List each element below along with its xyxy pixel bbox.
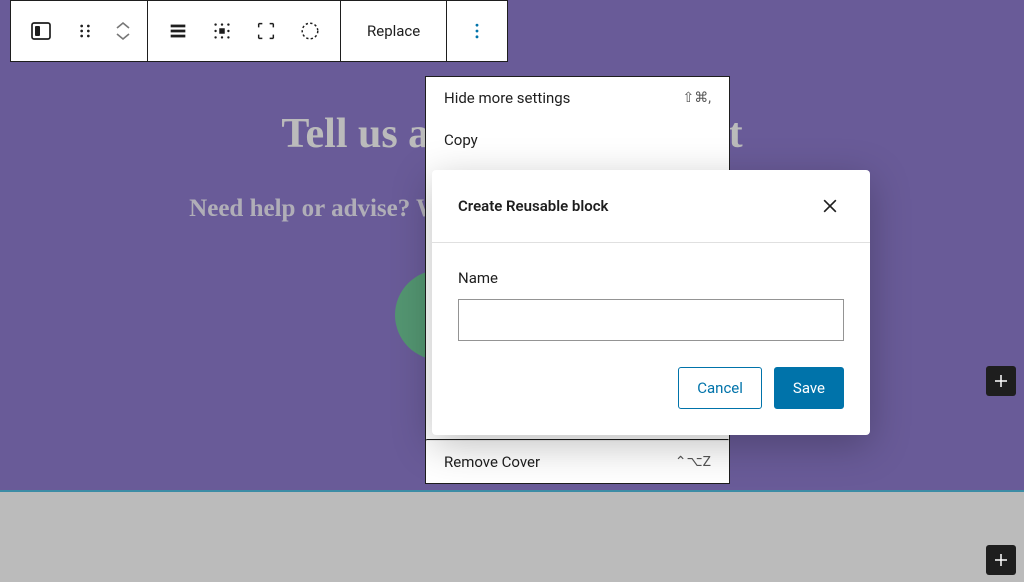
content-position-icon[interactable] [200, 9, 244, 53]
plus-icon [992, 551, 1010, 569]
dropdown-item-label: Copy [444, 131, 478, 149]
duotone-icon[interactable] [288, 9, 332, 53]
dropdown-item-label: Hide more settings [444, 89, 570, 107]
replace-button[interactable]: Replace [349, 22, 438, 40]
cover-block-icon[interactable] [19, 9, 63, 53]
dropdown-shortcut: ⌃⌥Z [675, 454, 711, 470]
align-full-icon[interactable] [156, 9, 200, 53]
empty-block-area [0, 490, 1024, 582]
dropdown-remove-cover[interactable]: Remove Cover ⌃⌥Z [426, 441, 729, 483]
dropdown-item-label: Remove Cover [444, 453, 540, 471]
drag-handle-icon[interactable] [63, 9, 107, 53]
add-block-button[interactable] [986, 545, 1016, 575]
plus-icon [992, 372, 1010, 390]
create-reusable-block-modal: Create Reusable block Name Cancel Save [432, 170, 870, 435]
cancel-button[interactable]: Cancel [678, 367, 762, 409]
move-up-icon[interactable] [115, 21, 131, 31]
dropdown-copy[interactable]: Copy [426, 119, 729, 161]
save-button[interactable]: Save [774, 367, 844, 409]
name-input[interactable] [458, 299, 844, 341]
block-toolbar: Replace [10, 0, 508, 62]
modal-title: Create Reusable block [458, 197, 608, 215]
dropdown-shortcut: ⇧⌘, [683, 90, 712, 106]
close-button[interactable] [816, 192, 844, 220]
name-label: Name [458, 269, 844, 287]
dropdown-hide-settings[interactable]: Hide more settings ⇧⌘, [426, 77, 729, 119]
fullheight-icon[interactable] [244, 9, 288, 53]
close-icon [820, 196, 840, 216]
more-options-icon[interactable] [455, 9, 499, 53]
add-block-button[interactable] [986, 366, 1016, 396]
move-down-icon[interactable] [115, 31, 131, 41]
